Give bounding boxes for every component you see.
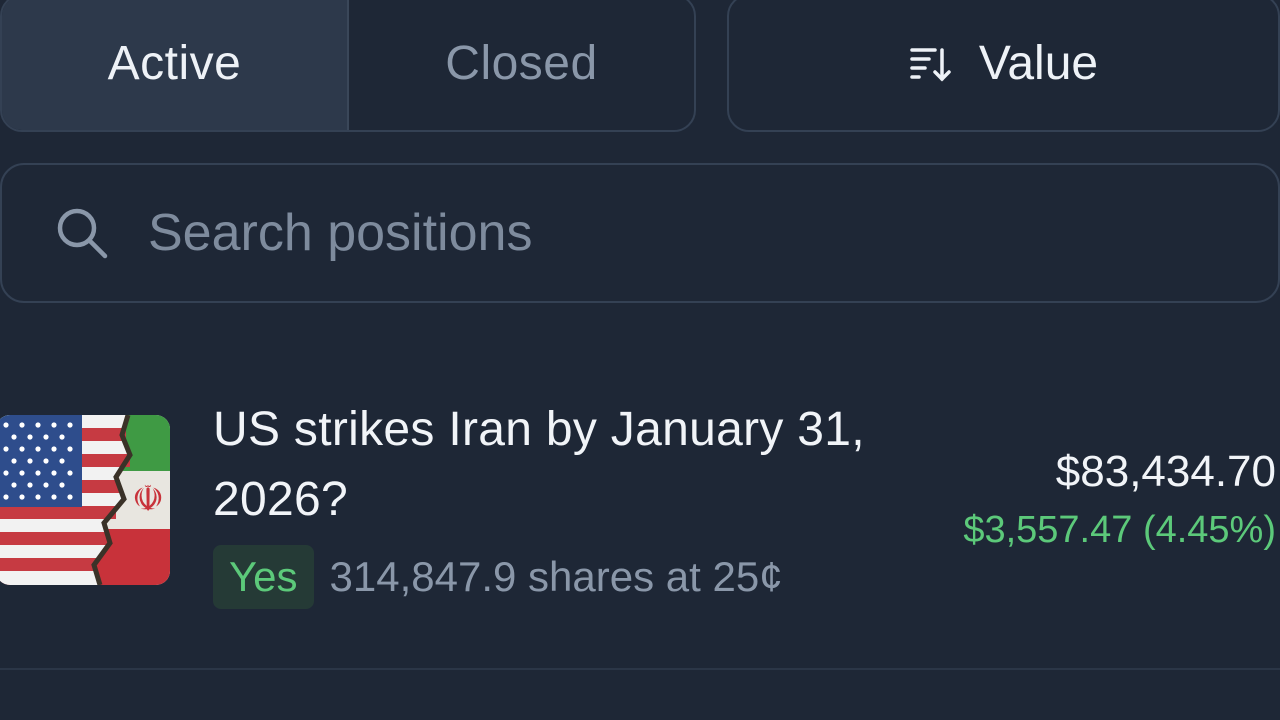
- position-pnl: $3,557.47 (4.45%): [963, 509, 1276, 551]
- row-divider: [0, 668, 1280, 670]
- position-meta: Yes 314,847.9 shares at 25¢: [213, 545, 783, 609]
- tab-closed[interactable]: Closed: [349, 0, 694, 130]
- search-icon: [54, 205, 110, 261]
- position-row[interactable]: ☫ US strikes Iran by January 31, 2026? Y…: [0, 395, 1280, 670]
- search-input[interactable]: [148, 203, 1048, 263]
- outcome-badge: Yes: [213, 545, 314, 609]
- positions-page: Active Closed Value Search positions ☫ U…: [0, 0, 1280, 720]
- svg-text:☫: ☫: [132, 479, 164, 520]
- us-iran-flag-thumbnail: ☫: [0, 415, 170, 585]
- shares-info: 314,847.9 shares at 25¢: [329, 553, 783, 600]
- position-title[interactable]: US strikes Iran by January 31, 2026?: [213, 395, 913, 535]
- tab-active[interactable]: Active: [2, 0, 349, 130]
- position-status-tabs: Active Closed: [0, 0, 696, 132]
- sort-label: Value: [978, 36, 1099, 90]
- sort-value-button[interactable]: Value: [727, 0, 1280, 132]
- position-value: $83,434.70: [1055, 447, 1276, 496]
- sort-descending-icon: [909, 41, 953, 85]
- search-bar: [0, 163, 1280, 303]
